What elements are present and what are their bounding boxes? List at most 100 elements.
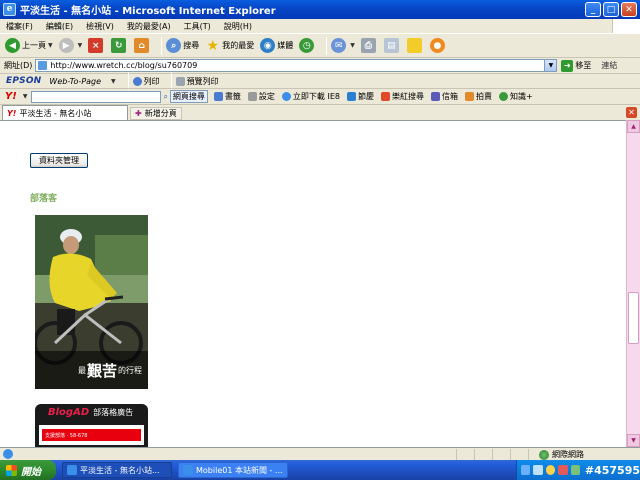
- minimize-button[interactable]: _: [585, 2, 601, 17]
- search-icon: ⌕: [166, 38, 182, 53]
- status-divider: [510, 449, 511, 460]
- close-button[interactable]: ✕: [621, 2, 637, 17]
- yahoo-mail[interactable]: 信箱: [430, 91, 458, 102]
- maximize-button[interactable]: □: [603, 2, 619, 17]
- yahoo-bookmarks[interactable]: 書籤: [213, 91, 241, 102]
- yahoo-logo[interactable]: Y!: [5, 91, 17, 102]
- yahoo-knowledge-label: 知識+: [509, 92, 533, 101]
- status-divider: [528, 449, 529, 460]
- search-icon[interactable]: ⌕: [163, 92, 167, 102]
- scroll-down-icon[interactable]: ▼: [627, 434, 640, 447]
- menu-file[interactable]: 檔案(F): [6, 21, 33, 32]
- yahoo-download-label: 立即下載 IE8: [292, 92, 340, 101]
- blogad-logo: BlogAD: [48, 406, 90, 418]
- taskbar-item-mobile01[interactable]: Mobile01 本站新聞 - ...: [178, 462, 288, 478]
- yahoo-favicon: Y!: [7, 108, 17, 118]
- input-method-icon[interactable]: [521, 465, 531, 475]
- scroll-thumb[interactable]: [628, 292, 639, 344]
- menu-help[interactable]: 說明(H): [224, 21, 252, 32]
- print-button[interactable]: ⎙: [360, 38, 378, 53]
- blogad-banner[interactable]: BlogAD 部落格廣告 支援部落 · 58-678: [35, 404, 148, 447]
- messenger-button[interactable]: ●: [429, 38, 447, 53]
- bookmark-icon: [213, 92, 223, 101]
- favorites-button[interactable]: ★ 我的最愛: [205, 38, 254, 54]
- yahoo-red-search[interactable]: 樂紅搜尋: [380, 91, 424, 102]
- start-label: 開始: [21, 466, 41, 478]
- chevron-down-icon[interactable]: ▼: [111, 78, 116, 85]
- yahoo-search-input[interactable]: [31, 90, 162, 103]
- festival-icon: [346, 92, 356, 101]
- network-icon[interactable]: [533, 465, 543, 475]
- edit-button[interactable]: ▤: [383, 38, 401, 53]
- back-button[interactable]: ◀ 上一頁 ▼: [5, 38, 53, 53]
- menu-edit[interactable]: 編輯(E): [46, 21, 73, 32]
- taskbar: 開始 平淡生活 - 無名小站... Mobile01 本站新聞 - ... #4…: [0, 460, 640, 480]
- epson-toolbar: EPSON Web-To-Page ▼ 列印 預覽列印: [0, 72, 640, 90]
- refresh-icon: ↻: [111, 38, 127, 53]
- epson-print-button[interactable]: 列印: [132, 76, 160, 87]
- zone-label: 網際網路: [552, 450, 584, 459]
- tab-active-label: 平淡生活 - 無名小站: [19, 108, 92, 118]
- epson-preview-button[interactable]: 預覽列印: [175, 76, 219, 87]
- media-label: 媒體: [277, 41, 294, 50]
- yahoo-web-search-button[interactable]: 網頁搜尋: [169, 90, 208, 103]
- start-button[interactable]: 開始: [0, 460, 56, 480]
- standard-toolbar: ◀ 上一頁 ▼ ▶ ▼ × ↻ ⌂ ⌕ 搜尋 ★ 我的最愛 ◉ 媒體 ◷ ✉ ▼…: [0, 33, 640, 57]
- stop-button[interactable]: ×: [88, 38, 105, 53]
- blogger-photo[interactable]: 最 艱苦 的行程: [35, 215, 148, 389]
- address-bar: 網址(D) http://www.wretch.cc/blog/su760709…: [0, 57, 640, 73]
- caption-emphasis: 艱苦: [86, 361, 117, 380]
- discuss-button[interactable]: [406, 38, 424, 53]
- menu-favorites[interactable]: 我的最愛(A): [127, 21, 171, 32]
- windows-flag-icon: [6, 464, 17, 476]
- new-tab-button[interactable]: ✚ 新增分頁: [130, 107, 182, 120]
- blogad-panel: 支援部落 · 58-678: [39, 425, 144, 445]
- scroll-up-icon[interactable]: ▲: [627, 120, 640, 133]
- menu-view[interactable]: 檢視(V): [86, 21, 114, 32]
- close-tab-icon[interactable]: ✕: [626, 107, 637, 118]
- folder-manage-button[interactable]: 資料夾管理: [30, 153, 88, 168]
- red-search-icon: [380, 92, 390, 101]
- messenger-tray-icon[interactable]: [545, 465, 556, 475]
- tab-active[interactable]: Y! 平淡生活 - 無名小站: [2, 105, 128, 120]
- menu-tools[interactable]: 工具(T): [184, 21, 211, 32]
- yahoo-download-ie8[interactable]: 立即下載 IE8: [281, 91, 340, 102]
- media-button[interactable]: ◉ 媒體: [260, 38, 293, 53]
- links-button[interactable]: 連結: [601, 60, 617, 71]
- home-button[interactable]: ⌂: [134, 38, 151, 53]
- chevron-down-icon[interactable]: ▼: [544, 60, 557, 71]
- mail-icon: [430, 92, 440, 101]
- yahoo-knowledge[interactable]: 知識+: [498, 91, 533, 102]
- security-zone: 網際網路: [539, 449, 584, 460]
- media-globe-icon: ◉: [260, 38, 276, 53]
- search-button[interactable]: ⌕ 搜尋: [166, 38, 199, 53]
- tray-tag: #457595: [584, 463, 640, 477]
- refresh-button[interactable]: ↻: [111, 38, 128, 53]
- taskbar-item-ie-active[interactable]: 平淡生活 - 無名小站...: [62, 462, 172, 478]
- security-tray-icon[interactable]: [558, 465, 568, 475]
- web-to-page-button[interactable]: Web-To-Page: [49, 77, 101, 86]
- status-divider: [492, 449, 493, 460]
- status-divider: [474, 449, 475, 460]
- chevron-down-icon[interactable]: ▼: [23, 93, 28, 100]
- blogad-subtitle: 部落格廣告: [93, 407, 134, 417]
- page-content: 資料夾管理 部落客 最 艱苦 的行程 BlogAD 部落格廣告 支援部落 · 5…: [0, 120, 626, 447]
- back-label: 上一頁: [22, 41, 46, 50]
- history-button[interactable]: ◷: [299, 38, 316, 53]
- ie-icon: [281, 92, 291, 101]
- go-button[interactable]: ➜ 移至: [561, 59, 591, 72]
- mail-button[interactable]: ✉ ▼: [331, 38, 355, 53]
- globe-icon: [539, 449, 549, 460]
- forward-button[interactable]: ▶ ▼: [58, 38, 82, 53]
- caption-suffix: 的行程: [118, 365, 142, 375]
- vertical-scrollbar[interactable]: ▲ ▼: [626, 120, 640, 447]
- toolbar-divider: [326, 36, 328, 55]
- volume-icon[interactable]: [570, 465, 580, 475]
- yahoo-settings[interactable]: 設定: [247, 91, 275, 102]
- status-divider: [456, 449, 457, 460]
- yahoo-festival[interactable]: 節慶: [346, 91, 374, 102]
- new-tab-label: 新增分頁: [144, 109, 177, 118]
- yahoo-auction[interactable]: 拍賣: [464, 91, 492, 102]
- status-bar: 網際網路: [0, 447, 640, 460]
- address-input[interactable]: http://www.wretch.cc/blog/su760709 ▼: [35, 59, 558, 72]
